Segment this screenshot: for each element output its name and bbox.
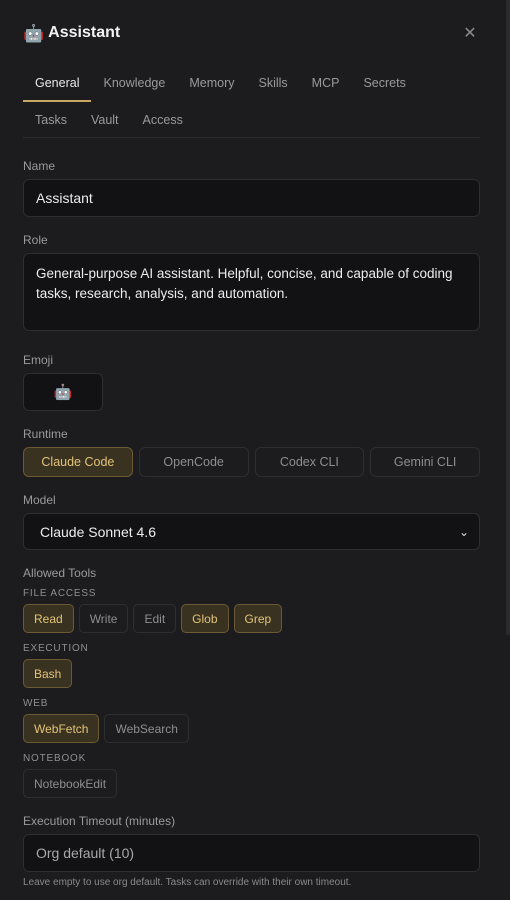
- runtime-label: Runtime: [23, 427, 68, 441]
- execution-label: EXECUTION: [23, 643, 89, 654]
- tool-webfetch[interactable]: WebFetch: [23, 714, 100, 743]
- model-value: Claude Sonnet 4.6: [40, 523, 156, 540]
- tab-knowledge[interactable]: Knowledge: [91, 64, 177, 102]
- tab-general[interactable]: General: [23, 64, 92, 102]
- web-tools: WebFetch WebSearch: [23, 714, 189, 743]
- runtime-codex-cli[interactable]: Codex CLI: [254, 447, 365, 477]
- tab-tasks[interactable]: Tasks: [23, 102, 79, 137]
- role-label: Role: [23, 233, 48, 247]
- tool-bash[interactable]: Bash: [23, 659, 73, 688]
- name-label: Name: [23, 159, 56, 173]
- robot-icon: 🤖: [23, 23, 45, 43]
- emoji-label: Emoji: [23, 353, 54, 367]
- tab-row-2: Tasks Vault Access: [23, 102, 480, 138]
- execution-tools: Bash: [23, 659, 73, 688]
- tool-edit[interactable]: Edit: [133, 604, 177, 633]
- emoji-picker[interactable]: 🤖: [23, 373, 103, 411]
- tool-glob[interactable]: Glob: [181, 604, 229, 633]
- timeout-input[interactable]: Org default (10): [23, 834, 480, 872]
- timeout-label: Execution Timeout (minutes): [23, 814, 176, 828]
- file-access-tools: Read Write Edit Glob Grep: [23, 604, 283, 633]
- allowed-tools-label: Allowed Tools: [23, 566, 97, 580]
- tab-skills[interactable]: Skills: [247, 64, 300, 102]
- tool-grep[interactable]: Grep: [233, 604, 283, 633]
- runtime-gemini-cli[interactable]: Gemini CLI: [370, 447, 480, 477]
- dialog-header: 🤖 Assistant ✕: [23, 20, 480, 46]
- tab-memory[interactable]: Memory: [177, 64, 246, 102]
- chevron-down-icon: ⌄: [458, 524, 469, 539]
- tool-read[interactable]: Read: [23, 604, 74, 633]
- notebook-label: NOTEBOOK: [23, 753, 87, 764]
- agent-title: Assistant: [48, 24, 121, 41]
- runtime-selector: Claude Code OpenCode Codex CLI Gemini CL…: [23, 447, 480, 477]
- web-label: WEB: [23, 698, 49, 709]
- dialog-title: 🤖 Assistant: [23, 24, 120, 42]
- tab-secrets[interactable]: Secrets: [351, 64, 417, 102]
- model-label: Model: [23, 493, 56, 507]
- scrollbar[interactable]: [506, 0, 510, 635]
- tab-mcp[interactable]: MCP: [300, 64, 352, 102]
- tool-notebookedit[interactable]: NotebookEdit: [23, 769, 118, 798]
- tab-bar: General Knowledge Memory Skills MCP Secr…: [23, 64, 480, 138]
- runtime-opencode[interactable]: OpenCode: [138, 447, 249, 477]
- model-select[interactable]: Claude Sonnet 4.6 ⌄: [23, 513, 480, 550]
- name-input[interactable]: Assistant: [23, 179, 480, 217]
- file-access-label: FILE ACCESS: [23, 588, 97, 599]
- tool-websearch[interactable]: WebSearch: [104, 714, 189, 743]
- tab-row-1: General Knowledge Memory Skills MCP Secr…: [23, 64, 480, 102]
- role-textarea[interactable]: General-purpose AI assistant. Helpful, c…: [23, 253, 480, 331]
- notebook-tools: NotebookEdit: [23, 769, 118, 798]
- runtime-claude-code[interactable]: Claude Code: [23, 447, 133, 477]
- tab-vault[interactable]: Vault: [79, 102, 131, 137]
- timeout-help-text: Leave empty to use org default. Tasks ca…: [23, 877, 352, 888]
- tool-write[interactable]: Write: [78, 604, 129, 633]
- close-icon[interactable]: ✕: [460, 23, 480, 43]
- tab-access[interactable]: Access: [131, 102, 195, 137]
